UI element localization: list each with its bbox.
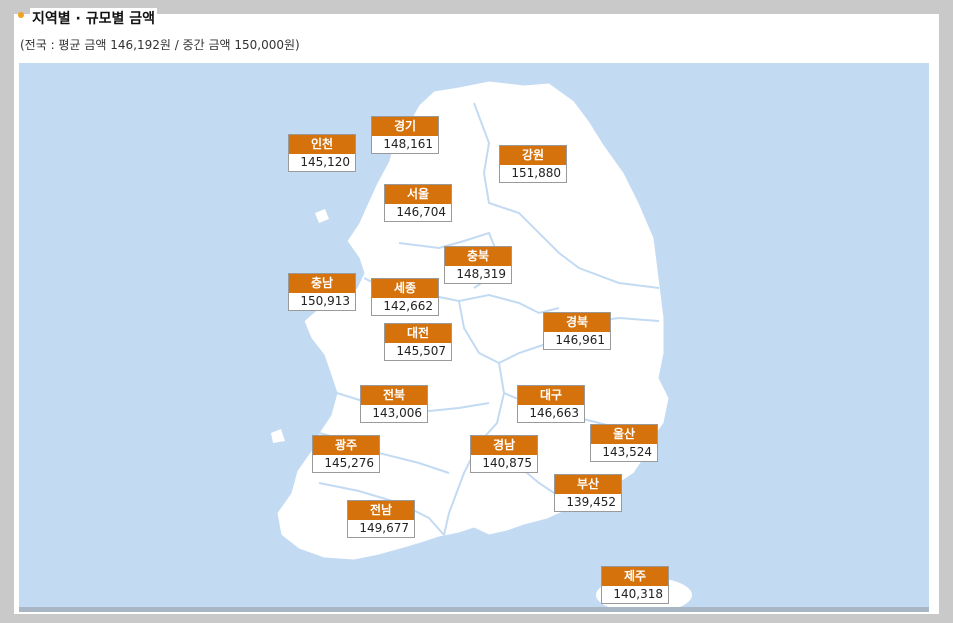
korea-map-shape	[271, 80, 692, 607]
region-label-incheon: 인천 145,120	[288, 134, 356, 172]
region-name: 광주	[313, 436, 379, 455]
title-row: 지역별 · 규모별 금액	[18, 8, 157, 28]
region-value: 140,318	[602, 586, 668, 603]
region-label-jeju: 제주 140,318	[601, 566, 669, 604]
region-value: 145,276	[313, 455, 379, 472]
summary-text: (전국 : 평균 금액 146,192원 / 중간 금액 150,000원)	[20, 38, 300, 52]
region-value: 139,452	[555, 494, 621, 511]
region-value: 146,961	[544, 332, 610, 349]
region-value: 146,663	[518, 405, 584, 422]
region-value: 140,875	[471, 455, 537, 472]
region-label-gyeonggi: 경기 148,161	[371, 116, 439, 154]
region-name: 부산	[555, 475, 621, 494]
region-value: 146,704	[385, 204, 451, 221]
region-label-daejeon: 대전 145,507	[384, 323, 452, 361]
region-label-busan: 부산 139,452	[554, 474, 622, 512]
region-name: 울산	[591, 425, 657, 444]
region-label-ulsan: 울산 143,524	[590, 424, 658, 462]
region-label-gyeongnam: 경남 140,875	[470, 435, 538, 473]
region-value: 150,913	[289, 293, 355, 310]
region-name: 전북	[361, 386, 427, 405]
korea-map: 인천 145,120 경기 148,161 강원 151,880 서울 146,…	[19, 63, 929, 607]
region-label-gwangju: 광주 145,276	[312, 435, 380, 473]
region-name: 경북	[544, 313, 610, 332]
region-label-gyeongbuk: 경북 146,961	[543, 312, 611, 350]
region-name: 세종	[372, 279, 438, 298]
region-value: 143,006	[361, 405, 427, 422]
region-name: 충남	[289, 274, 355, 293]
region-name: 제주	[602, 567, 668, 586]
region-value: 148,161	[372, 136, 438, 153]
region-name: 전남	[348, 501, 414, 520]
region-label-gangwon: 강원 151,880	[499, 145, 567, 183]
region-label-seoul: 서울 146,704	[384, 184, 452, 222]
region-name: 경남	[471, 436, 537, 455]
region-value: 142,662	[372, 298, 438, 315]
region-name: 경기	[372, 117, 438, 136]
region-label-jeonnam: 전남 149,677	[347, 500, 415, 538]
region-label-jeonbuk: 전북 143,006	[360, 385, 428, 423]
region-value: 145,507	[385, 343, 451, 360]
region-value: 145,120	[289, 154, 355, 171]
region-name: 인천	[289, 135, 355, 154]
region-value: 149,677	[348, 520, 414, 537]
region-name: 충북	[445, 247, 511, 266]
region-label-chungnam: 충남 150,913	[288, 273, 356, 311]
region-value: 148,319	[445, 266, 511, 283]
page-title: 지역별 · 규모별 금액	[30, 8, 157, 28]
region-name: 대구	[518, 386, 584, 405]
region-name: 대전	[385, 324, 451, 343]
region-label-chungbuk: 충북 148,319	[444, 246, 512, 284]
region-name: 강원	[500, 146, 566, 165]
chart-panel: 지역별 · 규모별 금액 (전국 : 평균 금액 146,192원 / 중간 금…	[14, 8, 939, 614]
region-label-daegu: 대구 146,663	[517, 385, 585, 423]
map-bottom-shadow	[19, 607, 929, 612]
region-value: 151,880	[500, 165, 566, 182]
region-name: 서울	[385, 185, 451, 204]
bullet-icon	[18, 12, 24, 18]
region-value: 143,524	[591, 444, 657, 461]
region-label-sejong: 세종 142,662	[371, 278, 439, 316]
